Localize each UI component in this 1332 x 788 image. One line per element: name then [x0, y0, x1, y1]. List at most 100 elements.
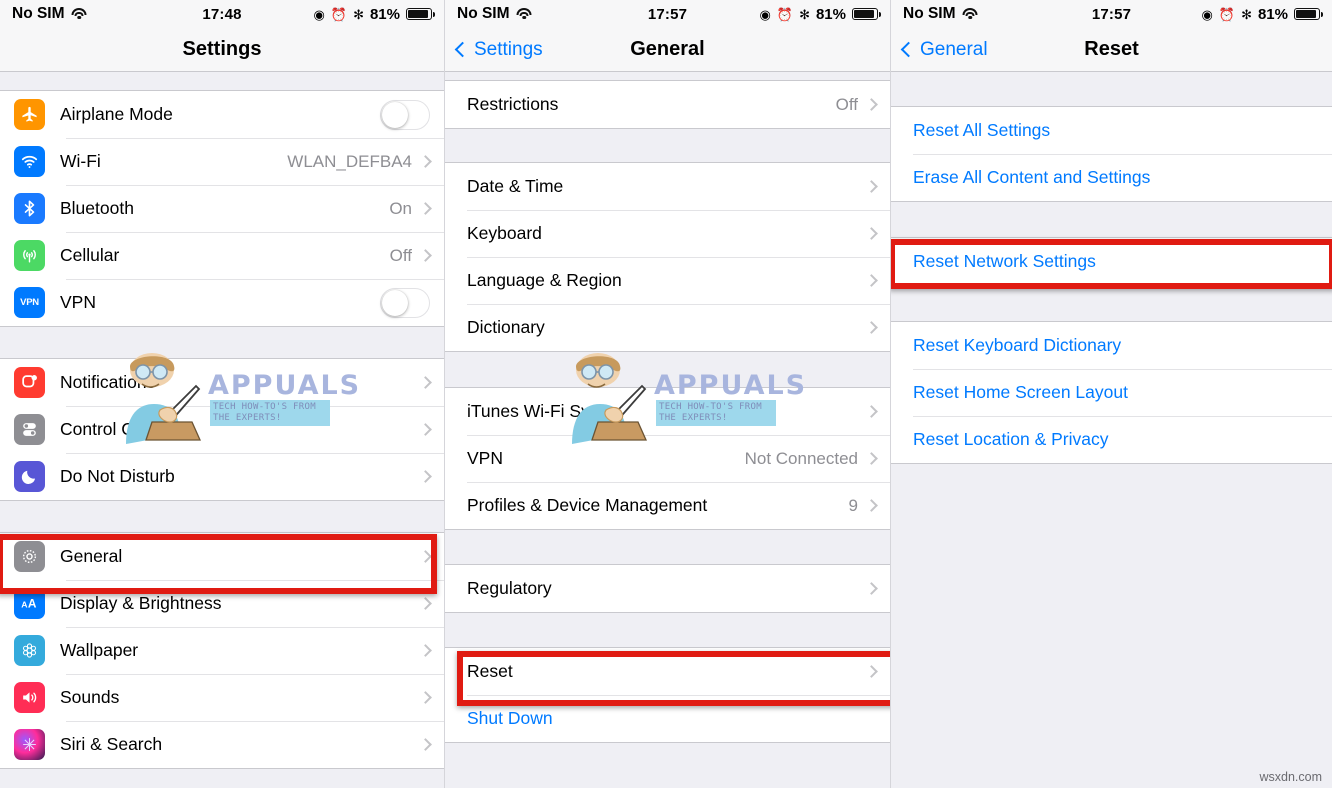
group-reset-shutdown: Reset Shut Down	[445, 647, 890, 743]
airplane-mode-toggle[interactable]	[380, 99, 430, 130]
vpn-icon: VPN	[14, 287, 45, 318]
chevron-right-icon	[865, 499, 878, 512]
row-airplane-mode[interactable]: Airplane Mode	[0, 91, 444, 138]
status-bar-3: No SIM 17:57 ◉ ⏰ ✻ 81%	[891, 0, 1332, 28]
row-reset[interactable]: Reset	[445, 648, 890, 695]
row-itunes-wifi-sync[interactable]: iTunes Wi-Fi Sync	[445, 388, 890, 435]
row-siri-search[interactable]: Siri & Search	[0, 721, 444, 768]
row-vpn[interactable]: VPN Not Connected	[445, 435, 890, 482]
location-icon: ◉	[759, 6, 771, 22]
group-localization: Date & Time Keyboard Language & Region D…	[445, 162, 890, 352]
row-label: General	[60, 546, 123, 566]
row-vpn[interactable]: VPN VPN	[0, 279, 444, 326]
row-label: Reset Home Screen Layout	[913, 382, 1128, 402]
row-erase-all-content[interactable]: Erase All Content and Settings	[891, 154, 1332, 201]
battery-icon	[406, 8, 436, 20]
source-watermark: wsxdn.com	[1259, 770, 1322, 784]
battery-icon	[1294, 8, 1324, 20]
location-icon: ◉	[313, 6, 325, 22]
list-reset[interactable]: Reset All Settings Erase All Content and…	[891, 72, 1332, 788]
chevron-right-icon	[865, 452, 878, 465]
row-wifi[interactable]: Wi-Fi WLAN_DEFBA4	[0, 138, 444, 185]
row-control-center[interactable]: Control Center	[0, 406, 444, 453]
back-label: Settings	[474, 38, 543, 60]
vpn-toggle[interactable]	[380, 287, 430, 318]
row-label: Restrictions	[467, 94, 559, 114]
group-gap	[891, 202, 1332, 237]
row-language-region[interactable]: Language & Region	[445, 257, 890, 304]
group-gap	[445, 72, 890, 80]
row-reset-network-settings[interactable]: Reset Network Settings	[891, 238, 1332, 285]
row-bluetooth[interactable]: Bluetooth On	[0, 185, 444, 232]
group-reset-network: Reset Network Settings	[891, 237, 1332, 286]
row-value: 9	[848, 495, 858, 515]
row-reset-location-privacy[interactable]: Reset Location & Privacy	[891, 416, 1332, 463]
row-label: Cellular	[60, 245, 120, 265]
bluetooth-status-icon: ✻	[1241, 6, 1252, 22]
chevron-right-icon	[419, 376, 432, 389]
chevron-right-icon	[419, 738, 432, 751]
row-cellular[interactable]: Cellular Off	[0, 232, 444, 279]
row-reset-home-screen-layout[interactable]: Reset Home Screen Layout	[891, 369, 1332, 416]
list-general[interactable]: Restrictions Off Date & Time Keyboard La…	[445, 72, 890, 788]
chevron-right-icon	[419, 202, 432, 215]
chevron-right-icon	[419, 644, 432, 657]
row-profiles-device-management[interactable]: Profiles & Device Management 9	[445, 482, 890, 529]
chevron-right-icon	[865, 274, 878, 287]
back-button-general[interactable]: General	[900, 39, 988, 61]
row-label: VPN	[467, 448, 503, 468]
row-wallpaper[interactable]: Wallpaper	[0, 627, 444, 674]
chevron-right-icon	[865, 321, 878, 334]
cellular-icon	[14, 240, 45, 271]
row-label: Airplane Mode	[60, 104, 173, 124]
row-label: Date & Time	[467, 176, 564, 196]
row-reset-keyboard-dictionary[interactable]: Reset Keyboard Dictionary	[891, 322, 1332, 369]
battery-icon	[852, 8, 882, 20]
group-notifications: Notifications Control Center Do Not Dist…	[0, 358, 444, 501]
row-label: Shut Down	[467, 708, 553, 728]
row-notifications[interactable]: Notifications	[0, 359, 444, 406]
row-display-brightness[interactable]: AA Display & Brightness	[0, 580, 444, 627]
chevron-right-icon	[865, 180, 878, 193]
row-date-time[interactable]: Date & Time	[445, 163, 890, 210]
group-regulatory: Regulatory	[445, 564, 890, 613]
row-restrictions[interactable]: Restrictions Off	[445, 81, 890, 128]
bluetooth-icon	[14, 193, 45, 224]
do-not-disturb-icon	[14, 461, 45, 492]
row-dictionary[interactable]: Dictionary	[445, 304, 890, 351]
row-label: Display & Brightness	[60, 593, 222, 613]
group-gap	[445, 530, 890, 564]
wallpaper-icon	[14, 635, 45, 666]
row-do-not-disturb[interactable]: Do Not Disturb	[0, 453, 444, 500]
row-keyboard[interactable]: Keyboard	[445, 210, 890, 257]
row-sounds[interactable]: Sounds	[0, 674, 444, 721]
row-label: Reset Network Settings	[913, 251, 1096, 271]
display-brightness-icon: AA	[14, 588, 45, 619]
alarm-icon: ⏰	[1218, 6, 1236, 22]
row-value: Not Connected	[744, 448, 858, 468]
row-label: Sounds	[60, 687, 120, 707]
group-gap	[445, 352, 890, 387]
row-shut-down[interactable]: Shut Down	[445, 695, 890, 742]
panel-reset: No SIM 17:57 ◉ ⏰ ✻ 81% General Reset Res…	[890, 0, 1332, 788]
row-label: Wallpaper	[60, 640, 139, 660]
row-label: Siri & Search	[60, 734, 163, 754]
row-reset-all-settings[interactable]: Reset All Settings	[891, 107, 1332, 154]
group-reset-misc: Reset Keyboard Dictionary Reset Home Scr…	[891, 321, 1332, 464]
list-settings[interactable]: Airplane Mode Wi-Fi WLAN_DEFBA4 Bluetoot…	[0, 72, 444, 788]
row-value: On	[389, 198, 412, 218]
battery-percent: 81%	[369, 5, 400, 23]
chevron-right-icon	[419, 470, 432, 483]
row-general[interactable]: General	[0, 533, 444, 580]
siri-search-icon	[14, 729, 45, 760]
control-center-icon	[14, 414, 45, 445]
wifi-icon	[14, 146, 45, 177]
chevron-left-icon	[454, 41, 471, 58]
group-general: General AA Display & Brightness Wallpape…	[0, 532, 444, 769]
row-label: Reset All Settings	[913, 120, 1051, 140]
row-regulatory[interactable]: Regulatory	[445, 565, 890, 612]
airplane-icon	[14, 99, 45, 130]
row-label: Language & Region	[467, 270, 622, 290]
battery-percent: 81%	[815, 5, 846, 23]
back-button-settings[interactable]: Settings	[454, 38, 543, 61]
